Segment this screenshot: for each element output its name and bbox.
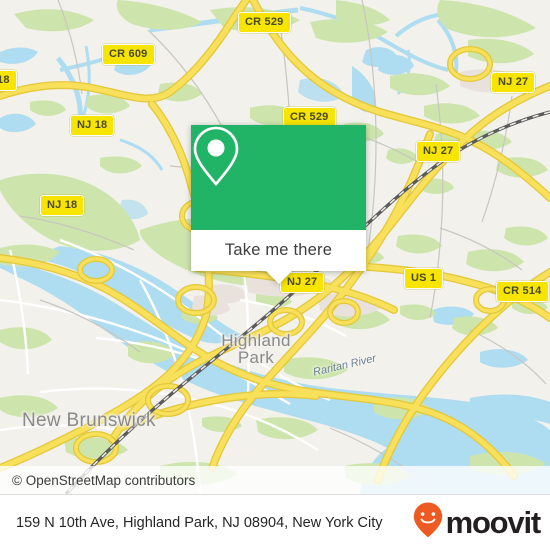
address-text: 159 N 10th Ave, Highland Park, NJ 08904,… [16, 514, 383, 531]
map-canvas[interactable]: Highland Park New Brunswick Raritan Rive… [0, 0, 550, 494]
attribution-text: © OpenStreetMap contributors [12, 472, 196, 488]
take-me-there-button[interactable]: Take me there [191, 230, 366, 271]
moovit-map-screenshot: Highland Park New Brunswick Raritan Rive… [0, 0, 550, 550]
callout-tail [265, 271, 292, 284]
destination-callout[interactable]: Take me there [191, 125, 366, 284]
callout-pin-area [191, 125, 366, 230]
map-attribution: © OpenStreetMap contributors [0, 466, 550, 494]
footer-bar: 159 N 10th Ave, Highland Park, NJ 08904,… [0, 494, 550, 550]
moovit-pin-smiley-icon [413, 502, 443, 543]
take-me-there-label: Take me there [224, 241, 333, 259]
moovit-wordmark: moovit [445, 505, 542, 540]
moovit-logo[interactable]: moovit [413, 502, 542, 543]
